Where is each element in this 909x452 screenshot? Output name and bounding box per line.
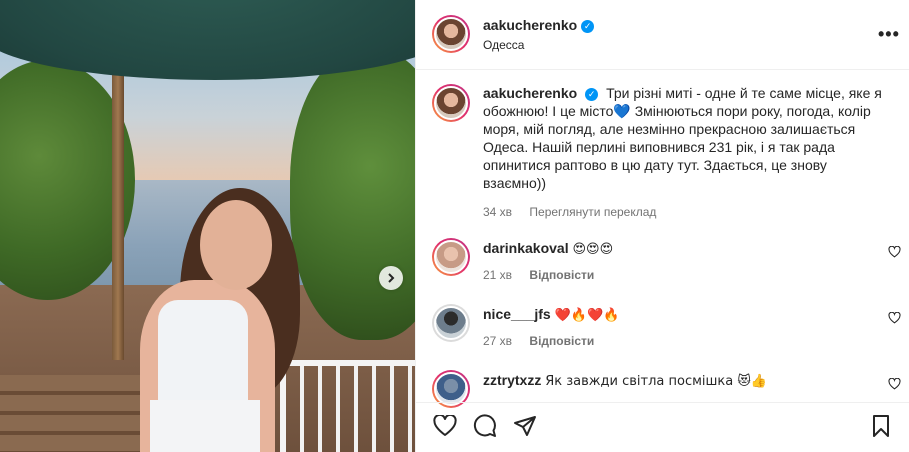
photo-tree-right: [290, 50, 415, 340]
post-photo[interactable]: [0, 0, 415, 452]
caption-verified-badge-icon: ✓: [585, 87, 599, 101]
comment-text: 😍😍😍: [572, 242, 614, 257]
photo-woman-top: [158, 300, 248, 410]
comment-like-heart-icon[interactable]: [888, 246, 901, 258]
comment-username[interactable]: zztrytxzz: [483, 372, 541, 388]
comment-avatar[interactable]: [432, 238, 470, 276]
comment-button[interactable]: [472, 413, 498, 439]
comment-text: Як завжди світла посмішка 😻👍: [545, 374, 768, 389]
reply-button[interactable]: Відповісти: [529, 334, 594, 348]
photo-woman-skirt: [150, 400, 260, 452]
post-header: aakucherenko ✓ Одесса •••: [416, 0, 909, 70]
share-button[interactable]: [512, 413, 538, 439]
comment-username[interactable]: nice___jfs: [483, 306, 551, 322]
save-button[interactable]: [868, 413, 894, 439]
like-button[interactable]: [432, 413, 458, 439]
caption-time[interactable]: 34 хв: [483, 205, 512, 219]
comment-meta: 21 хв Відповісти: [483, 268, 594, 282]
comment-text: ❤️🔥❤️🔥: [554, 308, 620, 323]
author-block: aakucherenko ✓ Одесса: [483, 17, 595, 52]
photo-railing: [280, 360, 415, 452]
caption-meta: 34 хв Переглянути переклад: [483, 203, 883, 221]
reply-button[interactable]: Відповісти: [529, 268, 594, 282]
comment-body: zztrytxzz Як завжди світла посмішка 😻👍: [483, 372, 767, 389]
comment-body: darinkakoval 😍😍😍: [483, 240, 613, 257]
post-caption: aakucherenko ✓ Три різні миті - одне й те…: [483, 84, 883, 221]
photo-umbrella-pole: [112, 60, 124, 360]
post-details-panel: aakucherenko ✓ Одесса ••• aakucherenko ✓ Т…: [415, 0, 909, 452]
post-location[interactable]: Одесса: [483, 38, 594, 52]
instagram-post: aakucherenko ✓ Одесса ••• aakucherenko ✓ Т…: [0, 0, 909, 452]
author-avatar[interactable]: [432, 15, 470, 53]
comment-icon: [473, 414, 496, 437]
comment-avatar[interactable]: [432, 304, 470, 342]
comment-time[interactable]: 27 хв: [483, 334, 512, 348]
comment-body: nice___jfs ❤️🔥❤️🔥: [483, 306, 619, 323]
chevron-right-icon: [388, 273, 395, 283]
translate-link[interactable]: Переглянути переклад: [529, 205, 656, 219]
photo-umbrella: [0, 0, 415, 80]
bookmark-icon: [873, 415, 889, 437]
action-bar: [416, 402, 909, 452]
send-icon: [514, 416, 536, 436]
comment-like-heart-icon[interactable]: [888, 378, 901, 390]
heart-icon: [433, 415, 457, 436]
more-options-button[interactable]: •••: [878, 24, 900, 45]
caption-author-avatar[interactable]: [432, 84, 470, 122]
photo-woman-face: [200, 200, 272, 290]
next-photo-button[interactable]: [379, 266, 403, 290]
comment-meta: 27 хв Відповісти: [483, 334, 594, 348]
verified-badge-icon: ✓: [581, 20, 595, 33]
author-username[interactable]: aakucherenko: [483, 17, 577, 33]
comment-time[interactable]: 21 хв: [483, 268, 512, 282]
caption-username[interactable]: aakucherenko: [483, 85, 577, 101]
comment-like-heart-icon[interactable]: [888, 312, 901, 324]
photo-bench: [0, 375, 150, 452]
comment-username[interactable]: darinkakoval: [483, 240, 569, 256]
